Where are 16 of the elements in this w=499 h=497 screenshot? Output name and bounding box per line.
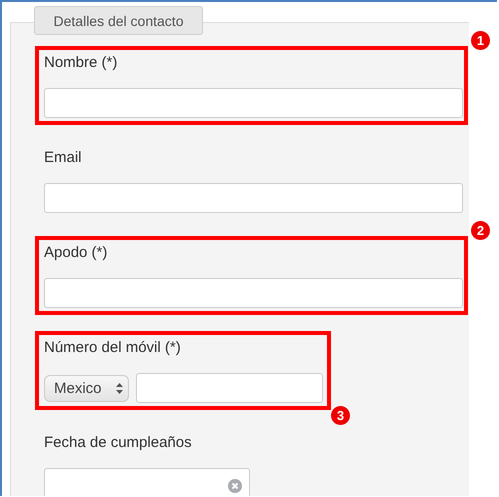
- field-label: Apodo (*): [44, 244, 108, 262]
- date-field[interactable]: [44, 468, 250, 496]
- field-label: Nombre (*): [44, 54, 118, 72]
- callout-badge: 3: [331, 406, 350, 425]
- text-field[interactable]: [44, 88, 463, 118]
- field-label: Fecha de cumpleaños: [44, 434, 193, 452]
- text-field[interactable]: [44, 278, 463, 308]
- updown-arrows-icon: [116, 382, 123, 394]
- callout-badge: 2: [471, 221, 490, 240]
- clear-icon[interactable]: [228, 479, 242, 493]
- phone-field[interactable]: [136, 373, 323, 403]
- callout-badge: 1: [471, 31, 490, 50]
- country-select[interactable]: Mexico: [44, 374, 129, 402]
- text-field[interactable]: [44, 183, 463, 213]
- field-label: Email: [44, 149, 83, 167]
- field-label: Número del móvil (*): [44, 339, 182, 357]
